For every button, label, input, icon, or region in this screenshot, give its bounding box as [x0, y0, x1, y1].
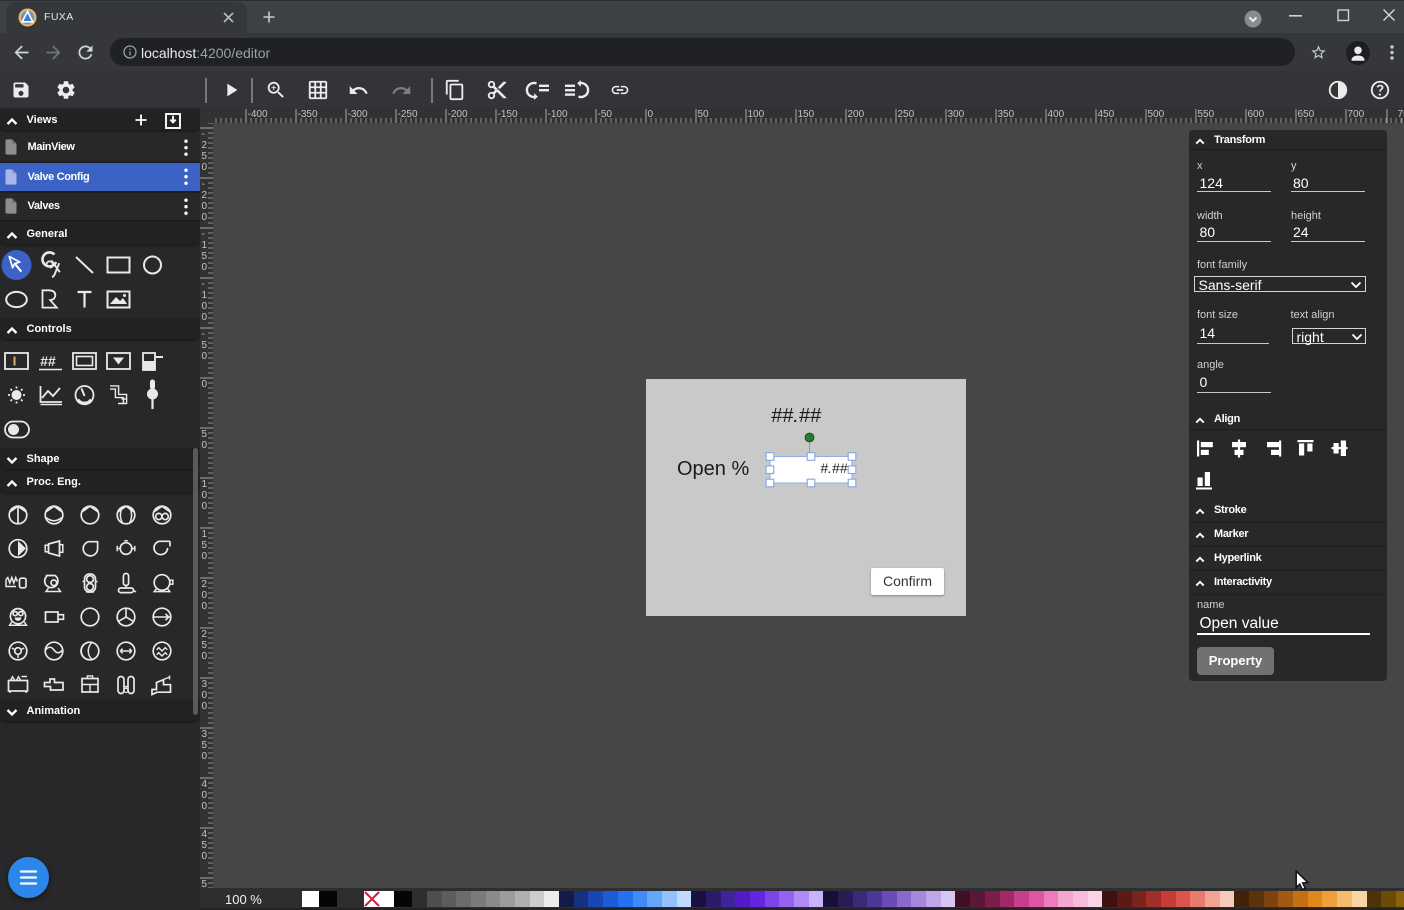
svg-text:##: ##	[40, 353, 56, 369]
